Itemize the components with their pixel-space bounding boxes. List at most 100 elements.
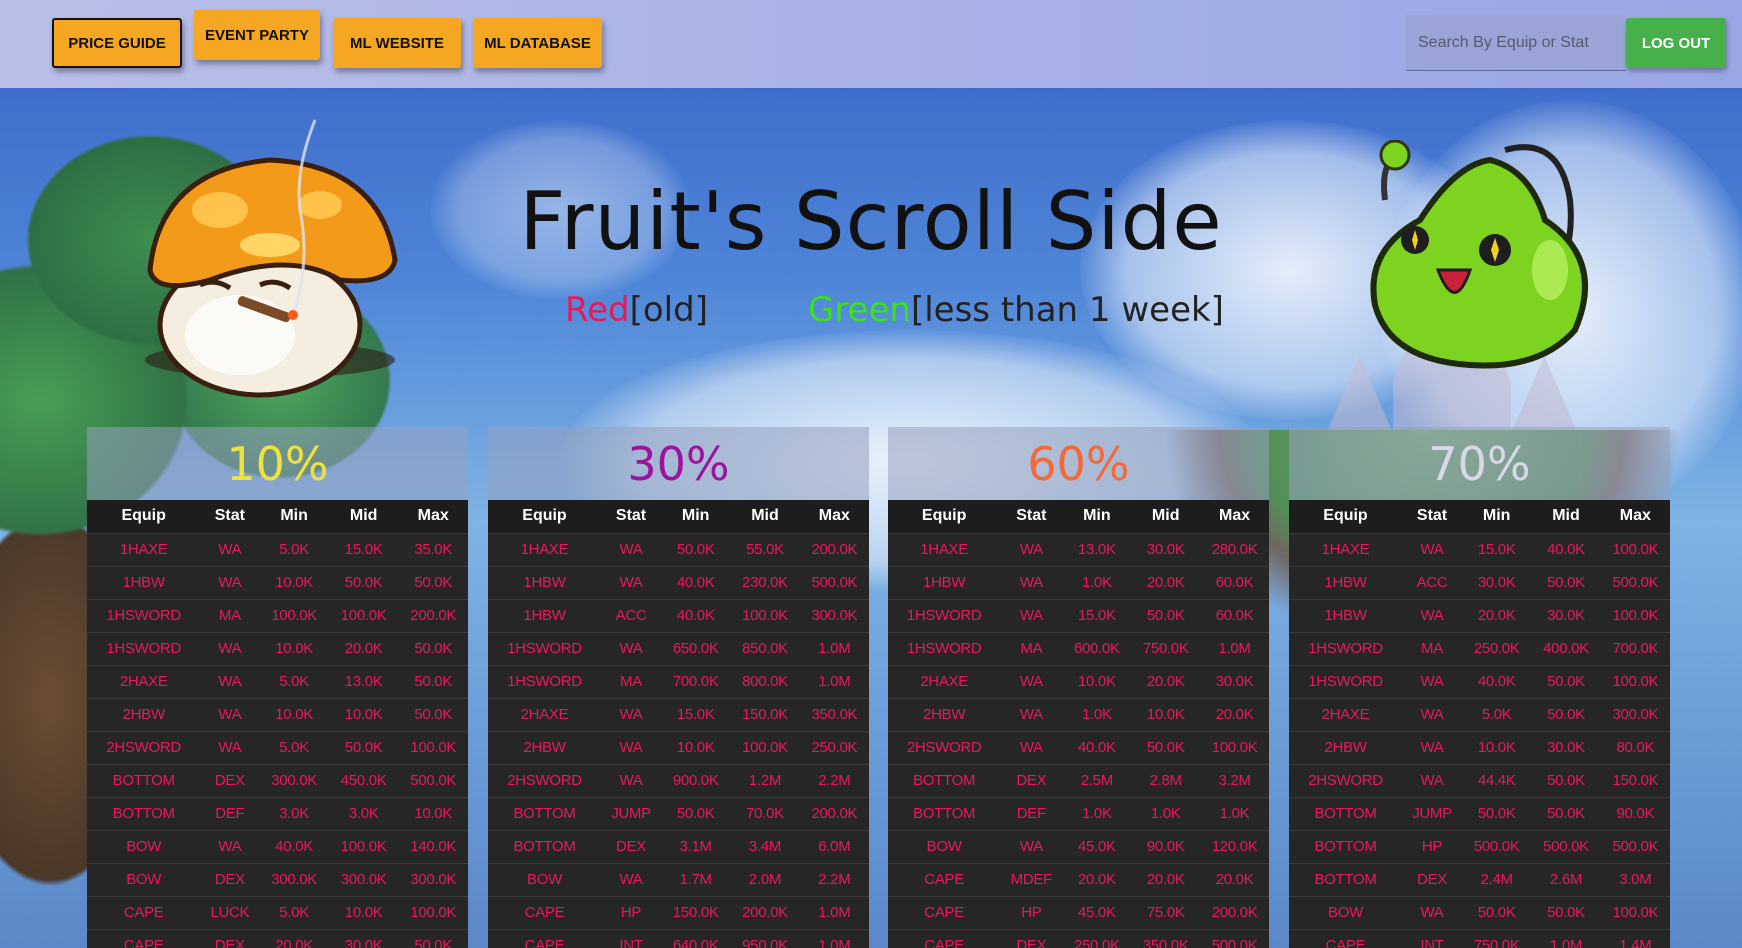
event-party-button[interactable]: EVENT PARTY: [194, 10, 320, 60]
column-header: Max: [1600, 500, 1670, 533]
ml-database-button[interactable]: ML DATABASE: [473, 18, 602, 68]
table-cell: 55.0K: [730, 532, 800, 566]
table-row: 2HSWORD WA 5.0K 50.0K 100.0K: [87, 730, 468, 764]
table-cell: 40.0K: [1531, 532, 1601, 566]
table-row: BOW WA 40.0K 100.0K 140.0K: [87, 829, 468, 863]
table-cell: 30.0K: [1200, 664, 1269, 698]
table-cell: 500.0K: [1200, 928, 1269, 948]
column-header: Equip: [488, 500, 601, 533]
table-cell: MA: [600, 664, 662, 698]
table-cell: 13.0K: [1062, 532, 1132, 566]
panel-title-30: 30%: [488, 427, 869, 500]
legend-red: Red[old]: [565, 290, 708, 330]
table-cell: MA: [200, 598, 260, 632]
table-cell: 10.0K: [398, 796, 468, 830]
logout-button[interactable]: LOG OUT: [1626, 18, 1726, 68]
top-nav-bar: PRICE GUIDE EVENT PARTY ML WEBSITE ML DA…: [0, 0, 1742, 88]
table-cell: 100.0K: [259, 598, 329, 632]
table-cell: 10.0K: [259, 697, 329, 731]
table-row: 2HAXE WA 5.0K 13.0K 50.0K: [87, 664, 468, 698]
search-input[interactable]: [1406, 15, 1626, 71]
table-cell: WA: [200, 664, 260, 698]
column-header: Stat: [200, 500, 260, 533]
table-cell: 230.0K: [730, 565, 800, 599]
table-cell: WA: [1401, 763, 1463, 797]
table-cell: 500.0K: [799, 565, 869, 599]
table-cell: 2.2M: [799, 763, 869, 797]
table-cell: 700.0K: [1600, 631, 1670, 665]
table-cell: WA: [1000, 598, 1063, 632]
table-row: 1HAXE WA 50.0K 55.0K 200.0K: [488, 532, 869, 566]
table-cell: 200.0K: [730, 895, 800, 929]
table-cell: 1HSWORD: [488, 631, 601, 665]
table-cell: 300.0K: [328, 862, 399, 896]
table-cell: 120.0K: [1200, 829, 1269, 863]
table-cell: 2HAXE: [87, 664, 201, 698]
table-row: BOTTOM DEX 3.1M 3.4M 6.0M: [488, 829, 869, 863]
table-cell: 50.0K: [398, 697, 468, 731]
table-cell: 140.0K: [398, 829, 468, 863]
table-cell: BOTTOM: [888, 796, 1001, 830]
table-cell: ACC: [600, 598, 662, 632]
column-header: Max: [398, 500, 468, 533]
table-cell: 500.0K: [1462, 829, 1532, 863]
table-cell: 1.7M: [661, 862, 731, 896]
table-cell: WA: [600, 763, 662, 797]
table-cell: BOTTOM: [888, 763, 1001, 797]
table-row: 1HBW WA 20.0K 30.0K 100.0K: [1289, 598, 1670, 632]
ml-website-button[interactable]: ML WEBSITE: [333, 18, 461, 68]
table-cell: 100.0K: [398, 895, 468, 929]
table-cell: 800.0K: [730, 664, 800, 698]
table-cell: 350.0K: [1131, 928, 1201, 948]
table-row: 1HSWORD MA 100.0K 100.0K 200.0K: [87, 598, 468, 632]
table-cell: 35.0K: [398, 532, 468, 566]
table-cell: 250.0K: [1462, 631, 1532, 665]
table-cell: WA: [1401, 532, 1463, 566]
table-cell: HP: [600, 895, 662, 929]
table-cell: DEX: [600, 829, 662, 863]
table-cell: 50.0K: [1531, 664, 1601, 698]
table-cell: 2HSWORD: [87, 730, 201, 764]
legend-green-desc: [less than 1 week]: [910, 290, 1224, 330]
table-cell: 3.1M: [661, 829, 731, 863]
table-cell: 50.0K: [1531, 697, 1601, 731]
legend-green-word: Green: [808, 290, 911, 330]
table-row: CAPE INT 640.0K 950.0K 1.0M: [488, 928, 869, 948]
legend-red-desc: [old]: [629, 290, 708, 330]
table-cell: 1.0K: [1062, 796, 1132, 830]
column-header: Max: [1200, 500, 1269, 533]
table-cell: WA: [1000, 829, 1063, 863]
table-cell: 13.0K: [328, 664, 399, 698]
table-cell: 50.0K: [398, 664, 468, 698]
table-cell: 1.0K: [1062, 697, 1132, 731]
table-cell: 500.0K: [1531, 829, 1601, 863]
table-panel-10: 10% Equip Stat Min Mid Max 1HAXE WA 5.0K 15.0K 35…: [87, 427, 468, 948]
table-row: 1HSWORD MA 250.0K 400.0K 700.0K: [1289, 631, 1670, 665]
table-cell: 40.0K: [259, 829, 329, 863]
table-cell: 1HAXE: [488, 532, 601, 566]
table-cell: 1.2M: [730, 763, 800, 797]
table-row: CAPE LUCK 5.0K 10.0K 100.0K: [87, 895, 468, 929]
table-cell: WA: [1000, 532, 1063, 566]
column-header: Min: [1462, 500, 1532, 533]
table-cell: 2HBW: [888, 697, 1001, 731]
table-cell: DEX: [1000, 928, 1063, 948]
table-cell: 20.0K: [259, 928, 329, 948]
column-header: Min: [259, 500, 329, 533]
table-cell: 40.0K: [661, 565, 731, 599]
table-cell: 300.0K: [259, 763, 329, 797]
table-cell: 2HAXE: [488, 697, 601, 731]
table-cell: BOTTOM: [1289, 862, 1402, 896]
table-cell: 50.0K: [328, 565, 399, 599]
table-cell: 44.4K: [1462, 763, 1532, 797]
table-cell: WA: [600, 631, 662, 665]
table-cell: 20.0K: [328, 631, 399, 665]
table-cell: DEX: [1000, 763, 1063, 797]
table-cell: 50.0K: [1531, 565, 1601, 599]
table-cell: 10.0K: [328, 895, 399, 929]
table-row: BOW WA 1.7M 2.0M 2.2M: [488, 862, 869, 896]
table-cell: 1HSWORD: [1289, 664, 1402, 698]
price-guide-button[interactable]: PRICE GUIDE: [52, 18, 182, 68]
table-cell: 10.0K: [1462, 730, 1532, 764]
table-row: CAPE HP 45.0K 75.0K 200.0K: [888, 895, 1269, 929]
